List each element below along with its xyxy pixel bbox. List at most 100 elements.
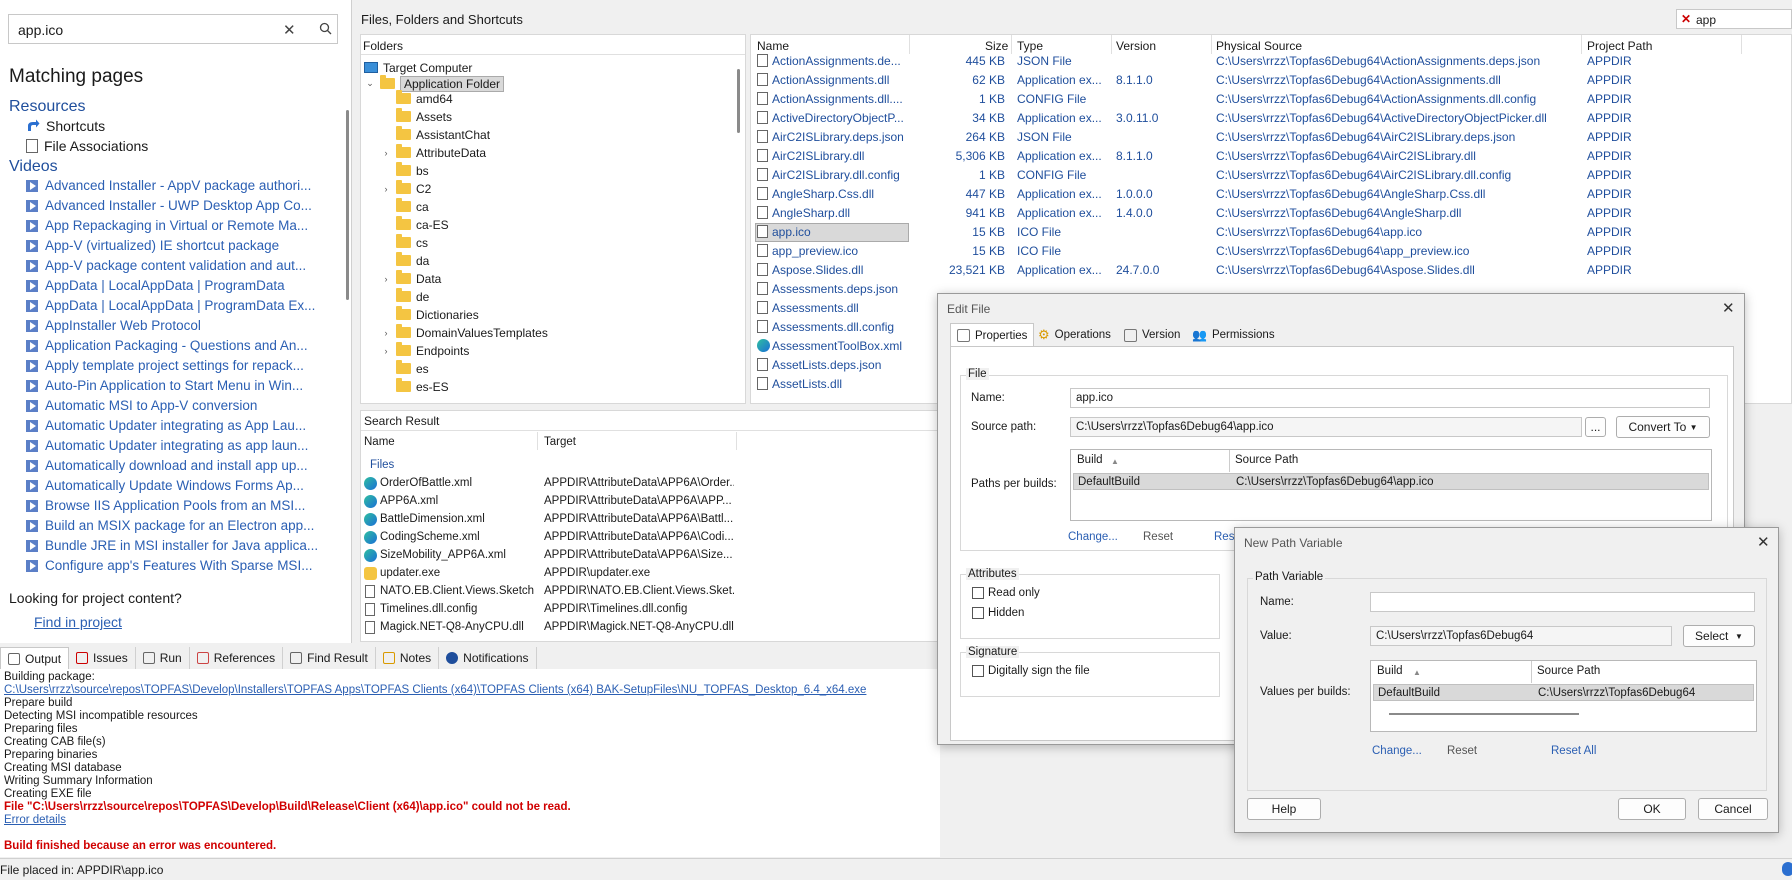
video-link[interactable]: App-V package content validation and aut… bbox=[26, 258, 306, 273]
search-result-row[interactable]: Magick.NET-Q8-AnyCPU.dll APPDIR\Magick.NE… bbox=[361, 620, 949, 637]
video-link[interactable]: App Repackaging in Virtual or Remote Ma.… bbox=[26, 218, 308, 233]
col-name[interactable]: Name bbox=[757, 39, 789, 53]
folders-scrollbar[interactable] bbox=[737, 69, 740, 133]
browse-button[interactable]: ... bbox=[1585, 417, 1606, 437]
tree-folder[interactable]: amd64 bbox=[381, 90, 453, 107]
name-field[interactable] bbox=[1370, 592, 1755, 612]
tree-folder[interactable]: es-ES bbox=[381, 378, 449, 395]
col-project-path[interactable]: Project Path bbox=[1587, 39, 1652, 53]
grid-scrollbar[interactable] bbox=[1389, 713, 1579, 715]
file-row[interactable]: AngleSharp.Css.dll 447 KB Application ex..… bbox=[751, 185, 1791, 204]
file-row[interactable]: app.ico 15 KB ICO File C:\Users\rrzz\Topfas… bbox=[751, 223, 1791, 242]
close-icon[interactable]: ✕ bbox=[1757, 533, 1770, 551]
filter-box[interactable]: ✕ app bbox=[1676, 9, 1792, 29]
video-link[interactable]: AppData | LocalAppData | ProgramData bbox=[26, 278, 285, 293]
tree-folder[interactable]: es bbox=[381, 360, 429, 377]
clear-icon[interactable]: ✕ bbox=[283, 21, 296, 39]
file-row[interactable]: ActionAssignments.de... 445 KB JSON File C:… bbox=[751, 52, 1791, 71]
file-row[interactable]: ActiveDirectoryObjectP... 34 KB Applicatio… bbox=[751, 109, 1791, 128]
video-link[interactable]: Automatic Updater integrating as app lau… bbox=[26, 438, 308, 453]
tree-folder[interactable]: ca bbox=[381, 198, 429, 215]
chevron-right-icon[interactable]: › bbox=[381, 148, 391, 158]
change-link[interactable]: Change... bbox=[1068, 531, 1118, 543]
hidden-checkbox[interactable]: Hidden bbox=[972, 607, 1024, 619]
grid-row[interactable]: DefaultBuild C:\Users\rrzz\Topfas6Debug6… bbox=[1073, 473, 1709, 490]
col-version[interactable]: Version bbox=[1116, 39, 1156, 53]
help-scrollbar[interactable] bbox=[346, 110, 349, 300]
digitally-sign-checkbox[interactable]: Digitally sign the file bbox=[972, 665, 1090, 677]
name-field[interactable]: app.ico bbox=[1070, 388, 1710, 408]
search-result-row[interactable]: APP6A.xml APPDIR\AttributeData\APP6A\APP.… bbox=[361, 494, 949, 511]
search-result-row[interactable]: BattleDimension.xml APPDIR\AttributeData\… bbox=[361, 512, 949, 529]
video-link[interactable]: AppData | LocalAppData | ProgramData Ex.… bbox=[26, 298, 315, 313]
grid-col-source[interactable]: Source Path bbox=[1537, 665, 1600, 677]
search-result-row[interactable]: updater.exe APPDIR\updater.exe bbox=[361, 566, 949, 583]
change-link[interactable]: Change... bbox=[1372, 745, 1422, 757]
video-link[interactable]: Browse IIS Application Pools from an MSI… bbox=[26, 498, 305, 513]
tab-version[interactable]: Version bbox=[1118, 323, 1186, 347]
help-search-input[interactable]: app.ico bbox=[18, 22, 63, 38]
tree-folder[interactable]: › Data bbox=[381, 270, 441, 287]
tab-run[interactable]: Run bbox=[136, 647, 190, 669]
tab-permissions[interactable]: 👥 Permissions bbox=[1186, 323, 1281, 347]
file-row[interactable]: AngleSharp.dll 941 KB Application ex... 1.4… bbox=[751, 204, 1791, 223]
reset-link[interactable]: Reset bbox=[1447, 745, 1477, 757]
search-result-row[interactable]: NATO.EB.Client.Views.Sketch... APPDIR\NAT… bbox=[361, 584, 949, 601]
source-path-field[interactable]: C:\Users\rrzz\Topfas6Debug64\app.ico bbox=[1070, 417, 1582, 437]
help-search-box[interactable]: app.ico ✕ bbox=[8, 14, 338, 44]
video-link[interactable]: Apply template project settings for repa… bbox=[26, 358, 304, 373]
search-result-row[interactable]: CodingScheme.xml APPDIR\AttributeData\APP… bbox=[361, 530, 949, 547]
tab-operations[interactable]: ⚙ Operations bbox=[1032, 323, 1117, 347]
file-row[interactable]: AirC2ISLibrary.dll.config 1 KB CONFIG File… bbox=[751, 166, 1791, 185]
value-field[interactable]: C:\Users\rrzz\Topfas6Debug64 bbox=[1370, 626, 1672, 646]
tree-folder[interactable]: bs bbox=[381, 162, 429, 179]
tab-notes[interactable]: Notes bbox=[376, 647, 440, 669]
grid-col-build[interactable]: Build bbox=[1377, 665, 1403, 677]
file-row[interactable]: AirC2ISLibrary.dll 5,306 KB Application ex… bbox=[751, 147, 1791, 166]
help-button[interactable]: Help bbox=[1247, 798, 1321, 820]
sr-col-name[interactable]: Name bbox=[364, 436, 395, 448]
grid-row[interactable]: DefaultBuild C:\Users\rrzz\Topfas6Debug6… bbox=[1373, 684, 1754, 701]
video-link[interactable]: Configure app's Features With Sparse MSI… bbox=[26, 558, 312, 573]
find-in-project-link[interactable]: Find in project bbox=[34, 614, 122, 630]
reset-link[interactable]: Reset bbox=[1143, 531, 1173, 543]
tree-folder[interactable]: Dictionaries bbox=[381, 306, 479, 323]
tab-issues[interactable]: Issues bbox=[69, 647, 136, 669]
file-row[interactable]: ActionAssignments.dll 62 KB Application ex… bbox=[751, 71, 1791, 90]
chevron-right-icon[interactable]: › bbox=[381, 274, 391, 284]
close-icon[interactable]: ✕ bbox=[1722, 299, 1735, 317]
chevron-down-icon[interactable]: ⌄ bbox=[365, 78, 375, 89]
tab-notifications[interactable]: Notifications bbox=[439, 647, 537, 669]
cancel-button[interactable]: Cancel bbox=[1698, 798, 1768, 820]
col-physical-source[interactable]: Physical Source bbox=[1216, 39, 1302, 53]
search-result-row[interactable]: SizeMobility_APP6A.xml APPDIR\AttributeDa… bbox=[361, 548, 949, 565]
reset-all-link[interactable]: Reset All bbox=[1551, 745, 1596, 757]
tab-output[interactable]: Output bbox=[0, 647, 70, 669]
video-link[interactable]: Automatically Update Windows Forms Ap... bbox=[26, 478, 304, 493]
tree-folder[interactable]: › Endpoints bbox=[381, 342, 469, 359]
chevron-right-icon[interactable]: › bbox=[381, 346, 391, 356]
tree-folder[interactable]: cs bbox=[381, 234, 428, 251]
grid-col-build[interactable]: Build bbox=[1077, 454, 1103, 466]
tree-folder[interactable]: da bbox=[381, 252, 429, 269]
tree-target-computer[interactable]: Target Computer bbox=[364, 59, 472, 76]
search-result-row[interactable]: Timelines.dll.config APPDIR\Timelines.dll… bbox=[361, 602, 949, 619]
video-link[interactable]: App-V (virtualized) IE shortcut package bbox=[26, 238, 279, 253]
tree-folder[interactable]: › C2 bbox=[381, 180, 431, 197]
video-link[interactable]: Auto-Pin Application to Start Menu in Wi… bbox=[26, 378, 303, 393]
video-link[interactable]: Bundle JRE in MSI installer for Java app… bbox=[26, 538, 318, 553]
video-link[interactable]: Application Packaging - Questions and An… bbox=[26, 338, 308, 353]
error-details-link[interactable]: Error details bbox=[4, 814, 66, 826]
grid-col-source[interactable]: Source Path bbox=[1235, 454, 1298, 466]
video-link[interactable]: AppInstaller Web Protocol bbox=[26, 318, 201, 333]
ok-button[interactable]: OK bbox=[1618, 798, 1686, 820]
read-only-checkbox[interactable]: Read only bbox=[972, 587, 1040, 599]
tab-properties[interactable]: Properties bbox=[950, 323, 1035, 347]
tree-folder[interactable]: de bbox=[381, 288, 429, 305]
video-link[interactable]: Advanced Installer - UWP Desktop App Co.… bbox=[26, 198, 312, 213]
tab-references[interactable]: References bbox=[190, 647, 284, 669]
convert-to-button[interactable]: Convert To ▼ bbox=[1616, 416, 1710, 438]
search-result-row[interactable]: OrderOfBattle.xml APPDIR\AttributeData\AP… bbox=[361, 476, 949, 493]
video-link[interactable]: Advanced Installer - AppV package author… bbox=[26, 178, 311, 193]
col-size[interactable]: Size bbox=[985, 39, 1008, 53]
